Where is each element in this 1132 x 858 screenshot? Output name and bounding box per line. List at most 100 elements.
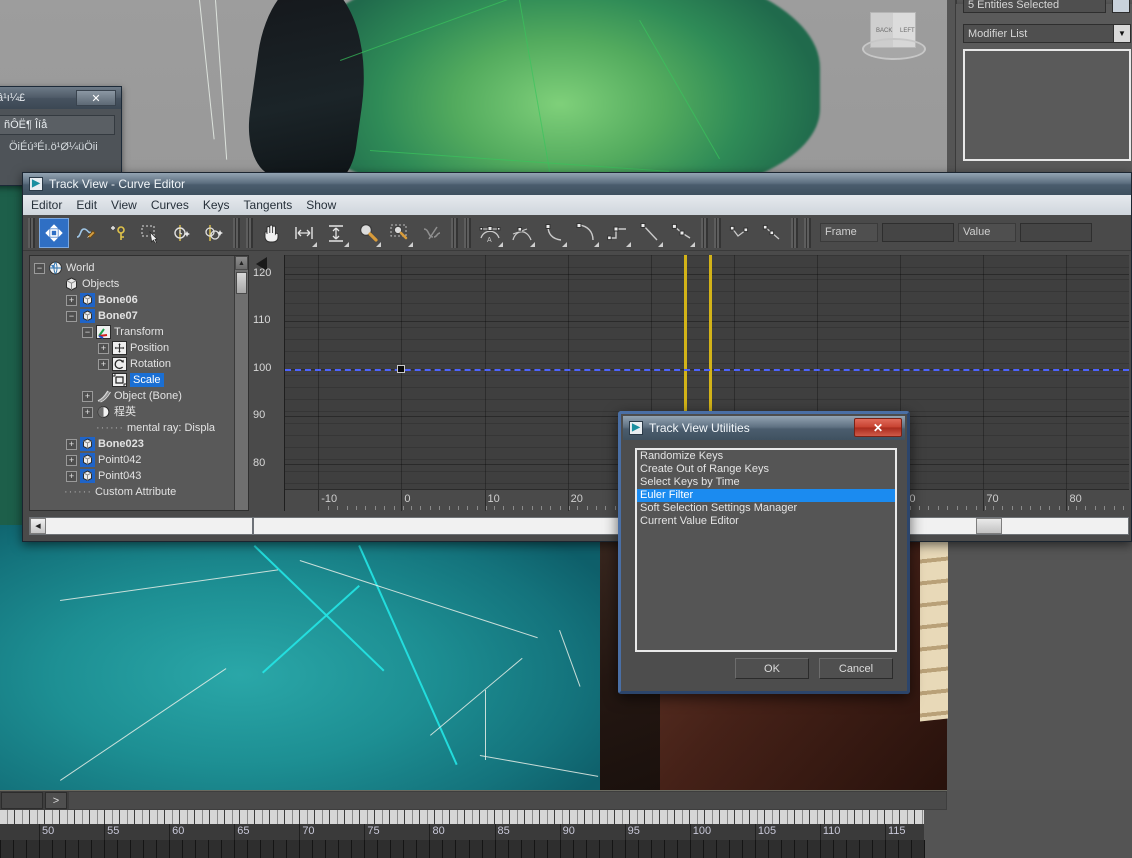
frame-input[interactable] <box>882 223 954 242</box>
mini-dialog-input[interactable]: ñÔË¶ Îíå <box>0 115 115 135</box>
collapse-icon[interactable]: − <box>34 262 45 274</box>
draw-curves-button[interactable] <box>71 218 101 248</box>
scroll-left-icon[interactable]: ◀ <box>30 518 46 534</box>
tree-item-object-bone[interactable]: + Object (Bone) <box>34 388 248 404</box>
menu-curves[interactable]: Curves <box>151 198 189 212</box>
expand-icon[interactable]: + <box>66 454 77 466</box>
track-view-titlebar[interactable]: ▶ Track View - Curve Editor <box>23 173 1131 195</box>
collapse-icon[interactable]: − <box>82 326 93 338</box>
mini-dialog-window[interactable]: â¹ı¼£ ✕ ñÔË¶ Îíå ÖiÉú³Éı.ö¹Ø¼üÖii <box>0 86 122 186</box>
tangent-out-button[interactable] <box>757 218 787 248</box>
command-panel[interactable]: 5 Entities Selected Modifier List ▼ <box>955 0 1132 185</box>
close-icon[interactable]: ✕ <box>854 418 902 437</box>
track-view-menubar[interactable]: Editor Edit View Curves Keys Tangents Sh… <box>23 195 1131 215</box>
utility-list-item[interactable]: Randomize Keys <box>637 450 895 463</box>
zoom-horizontal-extents-button[interactable] <box>289 218 319 248</box>
utilities-list[interactable]: Randomize Keys Create Out of Range Keys Se… <box>635 448 897 652</box>
set-tangents-custom-button[interactable] <box>507 218 537 248</box>
controller-tree[interactable]: − World Objects + Bone06− Bone07− Transform + Po… <box>30 256 248 500</box>
mini-dialog-titlebar[interactable]: â¹ı¼£ ✕ <box>0 87 121 109</box>
zoom-value-extents-button[interactable] <box>321 218 351 248</box>
chevron-down-icon[interactable]: ▼ <box>1113 25 1130 42</box>
scrollbar-track[interactable] <box>46 518 1128 534</box>
track-view-window[interactable]: ▶ Track View - Curve Editor Editor Edit … <box>22 172 1132 542</box>
utility-list-item[interactable]: Create Out of Range Keys <box>637 463 895 476</box>
tree-item-scale[interactable]: Scale <box>34 372 248 388</box>
tree-item-position[interactable]: + Position <box>34 340 248 356</box>
show-tangents-button[interactable] <box>417 218 447 248</box>
expand-icon[interactable]: + <box>66 470 77 482</box>
track-bar-keys[interactable] <box>0 810 924 824</box>
tangent-in-button[interactable] <box>725 218 755 248</box>
tree-item-rotation[interactable]: + Rotation <box>34 356 248 372</box>
tree-item-bone07[interactable]: − Bone07 <box>34 308 248 324</box>
tree-item-world[interactable]: − World <box>34 260 248 276</box>
zoom-button[interactable] <box>353 218 383 248</box>
utility-list-item[interactable]: Current Value Editor <box>637 515 895 528</box>
expand-icon[interactable]: + <box>82 406 93 418</box>
controller-tree-pane[interactable]: − World Objects + Bone06− Bone07− Transform + Po… <box>29 255 249 511</box>
dialog-titlebar[interactable]: ▶ Track View Utilities ✕ <box>623 416 905 440</box>
y-axis[interactable]: 120 110 100 90 80 <box>251 255 285 511</box>
scrollbar-thumb[interactable] <box>236 272 247 294</box>
tree-item-[interactable]: + 程英 <box>34 404 248 420</box>
tree-item-point043[interactable]: + Point043 <box>34 468 248 484</box>
tree-item-bone06[interactable]: + Bone06 <box>34 292 248 308</box>
pan-button[interactable] <box>257 218 287 248</box>
set-tangents-smooth-button[interactable] <box>667 218 697 248</box>
timeline-ruler[interactable]: 50 55 60 65 70 75 80 85 90 95 100 105 110 115 <box>0 824 924 840</box>
tree-item-transform[interactable]: − Transform <box>34 324 248 340</box>
object-color-swatch[interactable] <box>1112 0 1130 13</box>
curve-key-point[interactable] <box>397 364 406 373</box>
region-select-button[interactable] <box>135 218 165 248</box>
maxscript-prompt[interactable]: > <box>45 792 67 809</box>
close-icon[interactable]: ✕ <box>76 90 116 106</box>
tree-item-objects[interactable]: Objects <box>34 276 248 292</box>
track-view-horizontal-scrollbar[interactable]: ◀ <box>29 517 1129 535</box>
modifier-stack-list[interactable] <box>963 49 1131 161</box>
view-cube-compass-ring[interactable] <box>862 38 926 60</box>
menu-editor[interactable]: Editor <box>31 198 62 212</box>
track-view-utilities-dialog[interactable]: ▶ Track View Utilities ✕ Randomize Keys C… <box>618 411 910 694</box>
add-keys-button[interactable] <box>103 218 133 248</box>
track-view-toolbar[interactable]: A Frame Value <box>23 215 1131 251</box>
set-tangents-step-button[interactable] <box>603 218 633 248</box>
menu-keys[interactable]: Keys <box>203 198 230 212</box>
controller-tree-scrollbar[interactable]: ▲ <box>234 256 248 510</box>
scroll-up-icon[interactable]: ▲ <box>235 256 248 270</box>
expand-icon[interactable]: + <box>66 438 77 450</box>
expand-icon[interactable]: + <box>98 342 109 354</box>
timeline-key-grid[interactable] <box>0 840 925 858</box>
ok-button[interactable]: OK <box>735 658 809 679</box>
expand-icon[interactable]: + <box>66 294 77 306</box>
cancel-button[interactable]: Cancel <box>819 658 893 679</box>
menu-tangents[interactable]: Tangents <box>244 198 293 212</box>
scrollbar-thumb[interactable] <box>976 518 1002 534</box>
move-keys-button[interactable] <box>39 217 69 248</box>
tree-item-custom-attribute[interactable]: ······ Custom Attribute <box>34 484 248 500</box>
value-input[interactable] <box>1020 223 1092 242</box>
tree-item-point042[interactable]: + Point042 <box>34 452 248 468</box>
expand-icon[interactable]: + <box>98 358 109 370</box>
menu-view[interactable]: View <box>111 198 137 212</box>
set-tangents-linear-button[interactable] <box>635 218 665 248</box>
tree-item-bone023[interactable]: + Bone023 <box>34 436 248 452</box>
utility-list-item[interactable]: Euler Filter <box>637 489 895 502</box>
menu-show[interactable]: Show <box>306 198 336 212</box>
object-name-field[interactable]: 5 Entities Selected <box>963 0 1106 13</box>
set-tangents-slow-button[interactable] <box>571 218 601 248</box>
utility-list-item[interactable]: Soft Selection Settings Manager <box>637 502 895 515</box>
menu-edit[interactable]: Edit <box>76 198 97 212</box>
expand-icon[interactable]: + <box>82 390 93 402</box>
scale-keys-button[interactable] <box>199 218 229 248</box>
set-tangents-fast-button[interactable] <box>539 218 569 248</box>
set-tangents-auto-button[interactable]: A <box>475 218 505 248</box>
slide-keys-button[interactable] <box>167 218 197 248</box>
tree-item-mental-ray-displa[interactable]: ······ mental ray: Displa <box>34 420 248 436</box>
view-cube[interactable]: BACK LEFT <box>862 12 926 64</box>
collapse-icon[interactable]: − <box>66 310 77 322</box>
modifier-list-dropdown[interactable]: Modifier List ▼ <box>963 24 1131 43</box>
utility-list-item[interactable]: Select Keys by Time <box>637 476 895 489</box>
zoom-region-button[interactable] <box>385 218 415 248</box>
animation-curve-scale[interactable] <box>285 368 1129 371</box>
